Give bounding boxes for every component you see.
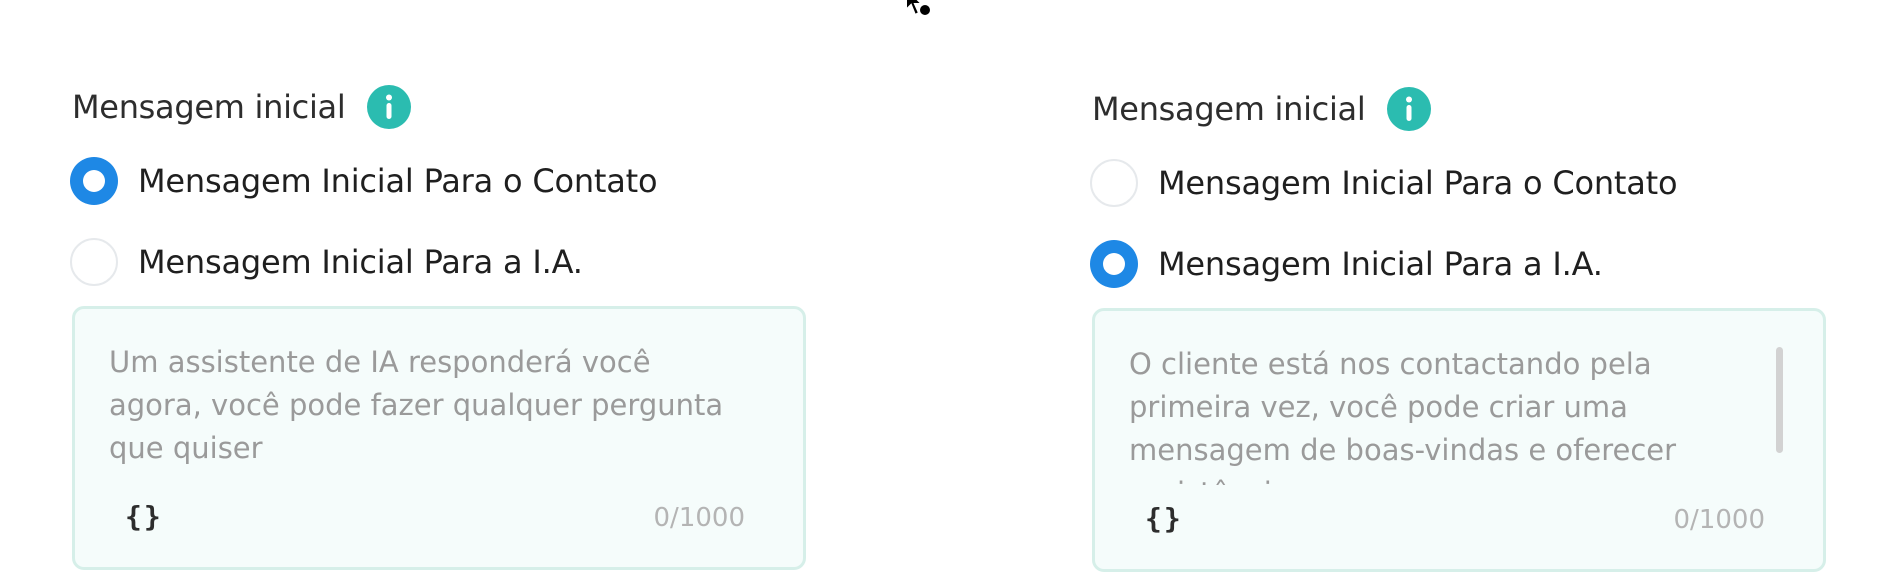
radio-label: Mensagem Inicial Para a I.A. [138,243,583,281]
initial-message-textarea[interactable]: Um assistente de IA responderá você agor… [72,306,806,570]
character-counter: 0/1000 [1673,505,1765,535]
radio-option-ai[interactable]: Mensagem Inicial Para a I.A. [1090,238,1603,290]
initial-message-section-left: Mensagem inicial Mensagem Inicial Para o… [70,0,832,588]
screen: Mensagem inicial Mensagem Inicial Para o… [0,0,1880,588]
insert-variable-button[interactable]: {} [1145,502,1183,535]
insert-variable-button[interactable]: {} [125,500,163,533]
info-icon[interactable] [1387,87,1432,131]
initial-message-section-right: Mensagem inicial Mensagem Inicial Para o… [1090,0,1852,588]
radio-button[interactable] [1090,159,1138,207]
radio-label: Mensagem Inicial Para a I.A. [1158,245,1603,283]
initial-message-textarea[interactable]: O cliente está nos contactando pela prim… [1092,308,1826,572]
mouse-cursor-icon [905,0,932,17]
radio-option-contact[interactable]: Mensagem Inicial Para o Contato [1090,157,1678,209]
radio-button[interactable] [70,157,118,205]
section-header: Mensagem inicial [72,84,412,130]
radio-option-contact[interactable]: Mensagem Inicial Para o Contato [70,155,658,207]
textarea-scrollbar[interactable] [1776,347,1783,453]
section-title: Mensagem inicial [72,88,346,126]
textarea-placeholder: Um assistente de IA responderá você agor… [109,345,724,465]
radio-button[interactable] [1090,240,1138,288]
radio-label: Mensagem Inicial Para o Contato [138,162,658,200]
radio-label: Mensagem Inicial Para o Contato [1158,164,1678,202]
radio-option-ai[interactable]: Mensagem Inicial Para a I.A. [70,236,583,288]
radio-button[interactable] [70,238,118,286]
info-icon[interactable] [367,85,412,129]
textarea-placeholder: O cliente está nos contactando pela prim… [1129,347,1677,485]
section-header: Mensagem inicial [1092,86,1432,132]
character-counter: 0/1000 [653,503,745,533]
section-title: Mensagem inicial [1092,90,1366,128]
